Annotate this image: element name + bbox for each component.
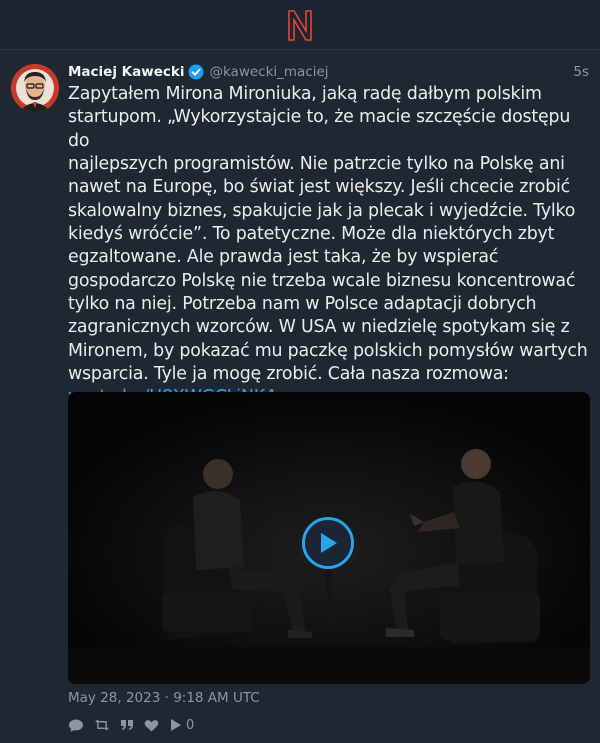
tweet-text-line: startupom. „Wykorzystajcie to, że macie … (68, 107, 571, 151)
tweet-text: Zapytałem Mirona Mironiuka, jaką radę da… (68, 83, 590, 410)
tweet-text-line: kiedyś wróćcie”. To patetyczne. Może dla… (68, 224, 555, 245)
top-bar (0, 0, 600, 50)
tweet-text-line: Mironem, by pokazać mu paczkę polskich p… (68, 340, 588, 361)
tweet-time[interactable]: 5s (573, 64, 589, 80)
video-player[interactable] (68, 392, 590, 684)
comment-stat[interactable] (68, 718, 84, 733)
tweet-text-line: najlepszych programistów. Nie patrzcie t… (68, 154, 565, 175)
avatar[interactable] (11, 64, 59, 112)
like-stat[interactable] (144, 719, 159, 732)
tweet-text-line: tylko na niej. Potrzeba nam w Polsce ada… (68, 294, 537, 315)
tweet: Maciej Kawecki @kawecki_maciej 5s Zapyta… (0, 51, 600, 743)
tweet-text-line: skalowalny biznes, spakujcie jak ja plec… (68, 200, 576, 221)
tweet-text-line: egzaltowane. Ale prawda jest taka, że by… (68, 247, 499, 268)
retweet-icon (95, 719, 109, 731)
quote-stat[interactable] (120, 719, 134, 731)
quote-icon (121, 720, 133, 730)
tweet-date[interactable]: May 28, 2023 · 9:18 AM UTC (68, 690, 260, 706)
views-stat[interactable]: 0 (169, 718, 194, 733)
verified-badge-icon (188, 64, 204, 80)
tweet-header: Maciej Kawecki @kawecki_maciej 5s (68, 62, 589, 82)
play-icon (171, 719, 181, 731)
tweet-text-line: gospodarczo Polskę nie trzeba wcale bizn… (68, 270, 576, 291)
comment-icon (69, 719, 83, 732)
play-button[interactable] (302, 517, 354, 569)
views-count: 0 (186, 717, 195, 733)
author-name[interactable]: Maciej Kawecki (68, 64, 184, 80)
tweet-text-line: nawet na Europę, bo świat jest większy. … (68, 177, 571, 198)
tweet-text-line: Zapytałem Mirona Mironiuka, jaką radę da… (68, 84, 542, 104)
tweet-text-line: wsparcia. Tyle ja mogę zrobić. Cała nasz… (68, 364, 509, 385)
retweet-stat[interactable] (94, 718, 110, 732)
tweet-text-line: zagranicznych wzorców. W USA w niedzielę… (68, 317, 570, 338)
play-icon (321, 533, 337, 553)
author-handle[interactable]: @kawecki_maciej (209, 64, 328, 80)
tweet-stats: 0 (68, 715, 204, 735)
heart-icon (144, 719, 159, 731)
nitter-logo[interactable] (285, 7, 315, 43)
